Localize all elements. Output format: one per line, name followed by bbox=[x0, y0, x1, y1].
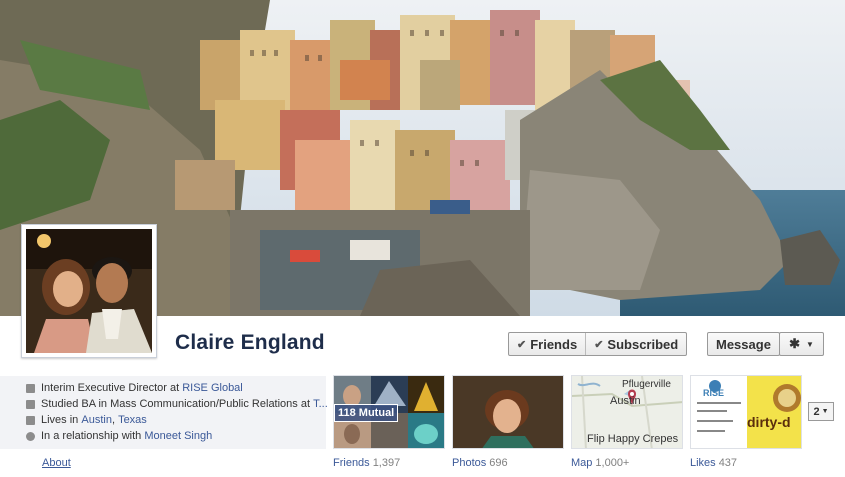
subscribed-button[interactable]: ✔ Subscribed bbox=[585, 333, 686, 355]
map-tab[interactable]: Map 1,000+ bbox=[571, 457, 629, 469]
likes-tile[interactable]: RISE dirty-d bbox=[690, 375, 802, 449]
work-text: Interim Executive Director at bbox=[41, 382, 180, 394]
relationship-text: In a relationship with bbox=[41, 430, 142, 442]
relationship-buttons: ✔ Friends ✔ Subscribed bbox=[508, 332, 688, 356]
map-city-label: Austin bbox=[610, 395, 641, 407]
friends-tab[interactable]: Friends 1,397 bbox=[333, 457, 400, 469]
checkmark-icon: ✔ bbox=[594, 338, 604, 351]
likes-count: 437 bbox=[718, 457, 738, 469]
map-tab-label: Map bbox=[571, 457, 593, 469]
likes-tab-label: Likes bbox=[690, 457, 716, 469]
state-link[interactable]: Texas bbox=[118, 412, 147, 428]
gear-icon: ✱ bbox=[789, 336, 800, 351]
likes-collage bbox=[691, 376, 801, 448]
location-row: Lives in Austin, Texas bbox=[26, 412, 326, 428]
more-sections-count: 2 bbox=[813, 405, 820, 418]
photos-count: 696 bbox=[489, 457, 508, 469]
photos-preview bbox=[453, 376, 563, 448]
work-row: Interim Executive Director at RISE Globa… bbox=[26, 380, 326, 396]
friends-button-label: Friends bbox=[530, 336, 578, 352]
photos-tab[interactable]: Photos 696 bbox=[452, 457, 508, 469]
partner-link[interactable]: Moneet Singh bbox=[144, 428, 212, 444]
city-link[interactable]: Austin bbox=[81, 412, 112, 428]
more-sections-button[interactable]: 2 ▼ bbox=[808, 402, 834, 421]
profile-name: Claire England bbox=[175, 331, 325, 354]
map-count: 1,000+ bbox=[595, 457, 630, 469]
likes-brand-dirty: dirty-d bbox=[747, 414, 791, 430]
friends-count: 1,397 bbox=[372, 457, 401, 469]
profile-info: Interim Executive Director at RISE Globa… bbox=[26, 380, 328, 444]
profile-picture[interactable] bbox=[21, 224, 157, 358]
education-text: Studied BA in Mass Communication/Public … bbox=[41, 398, 311, 410]
work-link[interactable]: RISE Global bbox=[182, 380, 243, 396]
friends-button[interactable]: ✔ Friends bbox=[509, 333, 585, 355]
home-icon bbox=[26, 415, 35, 425]
mutual-friends-badge: 118 Mutual bbox=[334, 404, 399, 422]
profile-photo bbox=[26, 229, 152, 353]
likes-tab[interactable]: Likes 437 bbox=[690, 457, 737, 469]
relationship-row: In a relationship with Moneet Singh bbox=[26, 428, 326, 444]
subscribed-button-label: Subscribed bbox=[607, 336, 679, 352]
education-row: Studied BA in Mass Communication/Public … bbox=[26, 396, 328, 412]
friends-tab-label: Friends bbox=[333, 457, 370, 469]
photos-tab-label: Photos bbox=[452, 457, 487, 469]
heart-icon bbox=[26, 431, 35, 441]
message-button[interactable]: Message bbox=[707, 332, 780, 356]
chevron-down-icon: ▼ bbox=[805, 339, 814, 349]
about-link[interactable]: About bbox=[42, 457, 71, 469]
settings-menu-button[interactable]: ✱ ▼ bbox=[779, 332, 824, 356]
likes-brand-rise: RISE bbox=[703, 388, 725, 398]
education-link[interactable]: T... bbox=[313, 396, 328, 412]
location-text: Lives in bbox=[41, 414, 79, 426]
briefcase-icon bbox=[26, 383, 35, 393]
map-town-label: Pflugerville bbox=[622, 379, 671, 390]
chevron-down-icon: ▼ bbox=[821, 408, 829, 415]
location-comma: , bbox=[111, 414, 115, 426]
map-place-caption: Flip Happy Crepes bbox=[587, 433, 679, 445]
photos-tile[interactable] bbox=[452, 375, 564, 449]
checkmark-icon: ✔ bbox=[517, 338, 527, 351]
message-button-label: Message bbox=[716, 336, 771, 352]
graduation-cap-icon bbox=[26, 399, 35, 409]
